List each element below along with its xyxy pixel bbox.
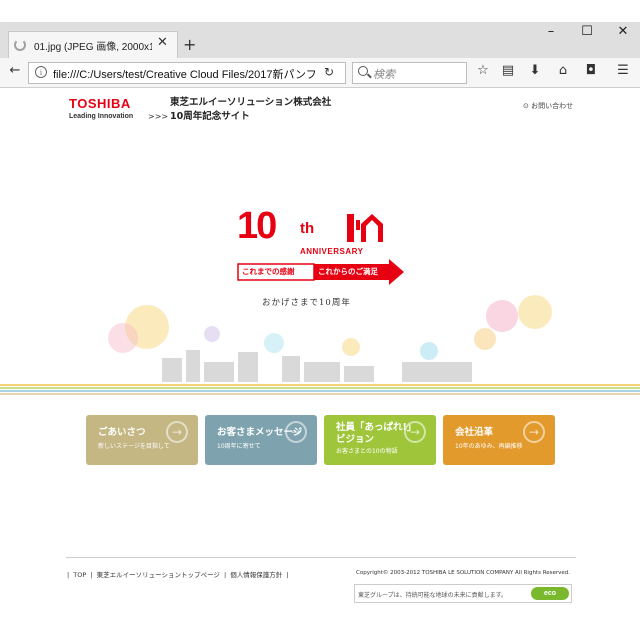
tab-title: 01.jpg (JPEG 画像, 2000x166 [34,42,152,53]
bookmark-star-icon[interactable]: ☆ [474,63,492,78]
search-placeholder: 検索 [373,68,395,81]
tab-close-icon[interactable]: ✕ [157,35,168,50]
decor-stripe [0,387,640,389]
decor-building [162,358,182,382]
card-employee-vision[interactable]: 社員「あっぱれ!」 ビジョン お客さまとの10の物語 → [324,415,436,465]
hero-suffix: th [300,220,315,237]
contact-label[interactable]: お問い合わせ [531,102,573,110]
decor-building [204,362,234,382]
decor-bubble [108,323,138,353]
page-content [0,89,640,621]
search-bar[interactable] [352,62,467,84]
decor-stripe [0,393,640,395]
reload-icon[interactable]: ↻ [324,65,334,79]
decor-bubble [486,300,518,332]
decor-bubble [342,338,360,356]
decor-building [344,366,374,382]
close-window-icon[interactable]: ✕ [613,24,633,39]
new-tab-icon[interactable]: + [183,35,196,54]
home-icon[interactable]: ⌂ [554,63,572,78]
ribbon-right-text: これからのご満足 [318,267,378,276]
arrow-right-icon: → [285,421,307,443]
decor-bubble [264,333,284,353]
card-customer-message[interactable]: お客さまメッセージ 10周年に寄せて → [205,415,317,465]
copyright: Copyright© 2003-2012 TOSHIBA LE SOLUTION… [356,570,571,576]
toshiba-logo[interactable]: TOSHIBA [69,96,131,111]
decor-bubble [474,328,496,350]
footer-separator: | [90,571,93,579]
hero-anniversary: ANNIVERSARY [300,247,364,256]
minimize-icon[interactable]: – [541,24,561,39]
decor-building [402,362,472,382]
back-icon[interactable]: ← [6,63,24,78]
footer-links: | TOP | 東芝エルイーソリューショントップページ | 個人情報保護方針 | [67,569,291,579]
decor-bubble [420,342,438,360]
decor-bubble [204,326,220,342]
decor-building [186,350,200,382]
site-title: 東芝エルイーソリューション株式会社 10周年記念サイト [170,96,331,124]
browser-window: 01.jpg (JPEG 画像, 2000x166 ✕ + – ☐ ✕ ← i … [0,0,640,621]
arrow-right-icon: → [166,421,188,443]
card-history[interactable]: 会社沿革 10年のあゆみ、再編推移 → [443,415,555,465]
decor-stripe [0,390,640,392]
decor-building [282,356,300,382]
reading-list-icon[interactable]: ▤ [499,63,517,78]
maximize-icon[interactable]: ☐ [577,24,597,39]
download-icon[interactable]: ⬇ [526,63,544,78]
eco-badge: eco [531,587,569,600]
menu-icon[interactable]: ☰ [614,63,632,78]
decor-building [238,352,258,382]
footer-separator: | [67,571,70,579]
footer-separator: | [286,571,289,579]
hero-number: 10 [237,205,277,247]
footer-link-top[interactable]: TOP [73,571,86,579]
arrow-right-icon: → [404,421,426,443]
info-icon[interactable]: i [35,66,47,78]
card-greeting[interactable]: ごあいさつ 新しいステージを目指して → [86,415,198,465]
card-subtitle: 10年のあゆみ、再編推移 [455,443,523,450]
search-icon [358,66,368,76]
ribbon-left-text: これまでの感謝 [242,267,295,276]
footer-separator: | [223,571,227,579]
decor-building [304,362,340,382]
loading-icon [14,39,26,51]
decor-stripe [0,384,640,386]
contact-link[interactable]: ⊙ お問い合わせ [523,101,573,111]
decor-bubble [518,295,552,329]
footer-divider [66,557,576,558]
footer-link-company[interactable]: 東芝エルイーソリューショントップページ [97,571,220,579]
footer-link-privacy[interactable]: 個人情報保護方針 [230,571,282,579]
brand-tagline: Leading Innovation [69,113,134,120]
house-icon [347,214,383,242]
pocket-icon[interactable]: ◘ [582,63,600,78]
site-title-line2: 10周年記念サイト [170,111,250,122]
eco-text: 東芝グループは、持続可能な地球の未来に貢献します。 [358,592,508,599]
card-subtitle: 新しいステージを目指して [98,443,170,450]
site-title-line1: 東芝エルイーソリューション株式会社 [170,97,332,108]
arrow-right-icon: → [523,421,545,443]
url-text[interactable]: file:///C:/Users/test/Creative Cloud Fil… [53,66,315,82]
card-subtitle: お客さまとの10の物語 [336,448,398,455]
card-subtitle: 10周年に寄せて [217,443,261,450]
hero-tagline: おかげさまで10周年 [262,298,351,308]
tagline-arrows-icon: >>> [148,112,169,121]
